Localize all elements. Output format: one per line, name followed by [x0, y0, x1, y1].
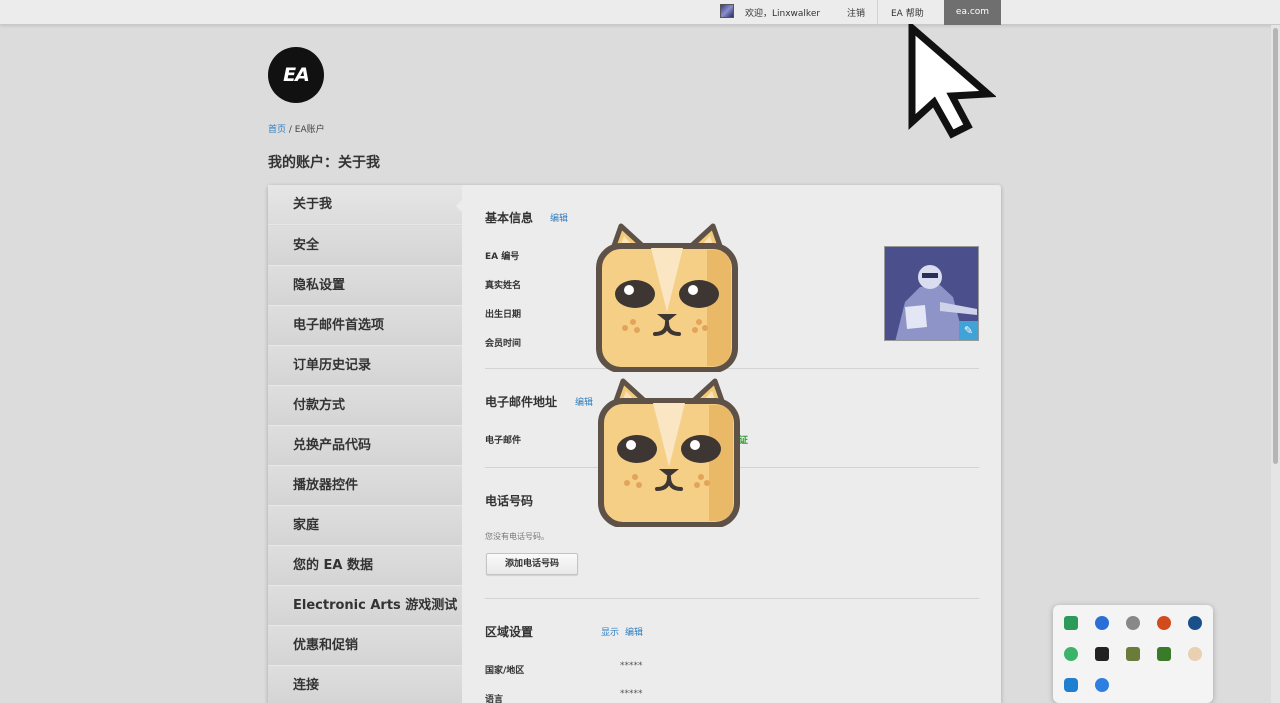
sidebar-item-offers[interactable]: 优惠和促销	[268, 626, 462, 666]
sidebar-item-label: Electronic Arts 游戏测试	[293, 598, 458, 613]
app-tray-icon[interactable]	[1126, 647, 1140, 661]
basic-info-edit-link[interactable]: 编辑	[550, 211, 568, 224]
phone-section-title: 电话号码	[485, 494, 534, 508]
sidebar-item-label: 电子邮件首选项	[293, 318, 385, 333]
app-tray-icon[interactable]	[1064, 616, 1078, 630]
field-label-real-name: 真实姓名	[485, 281, 522, 291]
field-value-language: *****	[620, 689, 643, 699]
sidebar-item-email-prefs[interactable]: 电子邮件首选项	[268, 306, 462, 346]
sidebar-item-payment[interactable]: 付款方式	[268, 386, 462, 426]
region-edit-link[interactable]: 编辑	[625, 625, 643, 638]
field-label-country: 国家/地区	[485, 666, 525, 676]
field-label-ea-id: EA 编号	[485, 252, 520, 262]
sidebar-item-order-history[interactable]: 订单历史记录	[268, 346, 462, 386]
app-tray-icon[interactable]	[1095, 616, 1109, 630]
sidebar-item-connections[interactable]: 连接	[268, 666, 462, 703]
breadcrumb-home-link[interactable]: 首页	[268, 125, 286, 135]
logout-link[interactable]: 注销	[847, 6, 865, 19]
add-phone-button[interactable]: 添加电话号码	[486, 553, 578, 575]
breadcrumb: 首页 / EA账户	[268, 122, 325, 135]
page-title: 我的账户：关于我	[268, 155, 380, 171]
sidebar-item-label: 优惠和促销	[293, 638, 359, 653]
app-tray-icon[interactable]	[1188, 647, 1202, 661]
field-label-member-since: 会员时间	[485, 339, 522, 349]
sidebar-item-label: 订单历史记录	[293, 358, 372, 373]
mouse-pointer-icon	[908, 24, 996, 139]
field-label-email: 电子邮件	[485, 436, 522, 446]
profile-avatar[interactable]: ✎	[884, 246, 979, 341]
ea-com-link[interactable]: ea.com	[944, 0, 1001, 25]
sidebar-item-label: 播放器控件	[293, 478, 359, 493]
email-edit-link[interactable]: 编辑	[575, 395, 593, 408]
app-tray-icon[interactable]	[1095, 647, 1109, 661]
topbar-divider	[877, 0, 878, 25]
field-value-country: *****	[620, 661, 643, 671]
nvidia-icon[interactable]	[1157, 647, 1171, 661]
no-phone-text: 您没有电话号码。	[485, 532, 549, 541]
sidebar-item-about-me[interactable]: 关于我	[268, 185, 462, 225]
scrollbar-thumb[interactable]	[1273, 28, 1278, 464]
sidebar-item-playtesting[interactable]: Electronic Arts 游戏测试	[268, 586, 462, 626]
region-show-link[interactable]: 显示	[601, 625, 619, 638]
sidebar-item-ea-data[interactable]: 您的 EA 数据	[268, 546, 462, 586]
cloud-icon[interactable]	[1126, 616, 1140, 630]
ea-help-link[interactable]: EA 帮助	[891, 6, 924, 19]
section-divider	[485, 598, 979, 599]
top-bar: 欢迎，Linxwalker 注销 EA 帮助 ea.com	[0, 0, 1280, 25]
account-sidebar: 关于我 安全 隐私设置 电子邮件首选项 订单历史记录 付款方式 兑换产品代码 播…	[268, 185, 464, 703]
system-tray-overflow	[1053, 605, 1213, 703]
sidebar-item-label: 兑换产品代码	[293, 438, 372, 453]
basic-info-title: 基本信息	[485, 211, 534, 225]
welcome-text: 欢迎，Linxwalker	[745, 9, 821, 19]
sidebar-item-label: 关于我	[293, 197, 333, 212]
bluetooth-icon[interactable]	[1095, 678, 1109, 692]
active-indicator-arrow	[456, 198, 464, 214]
sidebar-item-label: 家庭	[293, 518, 320, 533]
cat-face-sticker	[598, 378, 740, 527]
sidebar-item-security[interactable]: 安全	[268, 226, 462, 266]
wechat-icon[interactable]	[1064, 647, 1078, 661]
sidebar-item-label: 隐私设置	[293, 278, 346, 293]
sidebar-item-label: 连接	[293, 678, 320, 693]
pencil-icon[interactable]: ✎	[959, 321, 978, 340]
region-section-title: 区域设置	[485, 625, 534, 639]
ea-logo[interactable]: EA	[268, 47, 324, 103]
sidebar-item-label: 付款方式	[293, 398, 346, 413]
security-shield-icon[interactable]	[1064, 678, 1078, 692]
sidebar-item-label: 安全	[293, 238, 320, 253]
sidebar-item-player-controls[interactable]: 播放器控件	[268, 466, 462, 506]
sidebar-item-privacy[interactable]: 隐私设置	[268, 266, 462, 306]
field-label-birthdate: 出生日期	[485, 310, 522, 320]
breadcrumb-separator: /	[286, 125, 295, 135]
email-section-title: 电子邮件地址	[485, 395, 558, 409]
cat-face-sticker	[596, 223, 738, 372]
steam-icon[interactable]	[1188, 616, 1202, 630]
field-label-language: 语言	[485, 695, 504, 703]
user-avatar-mini[interactable]	[720, 4, 734, 18]
sidebar-item-redeem-code[interactable]: 兑换产品代码	[268, 426, 462, 466]
app-tray-icon[interactable]	[1157, 616, 1171, 630]
sidebar-item-family[interactable]: 家庭	[268, 506, 462, 546]
sidebar-item-label: 您的 EA 数据	[293, 558, 373, 573]
page-scrollbar[interactable]	[1271, 25, 1280, 703]
breadcrumb-current: EA账户	[294, 125, 325, 135]
